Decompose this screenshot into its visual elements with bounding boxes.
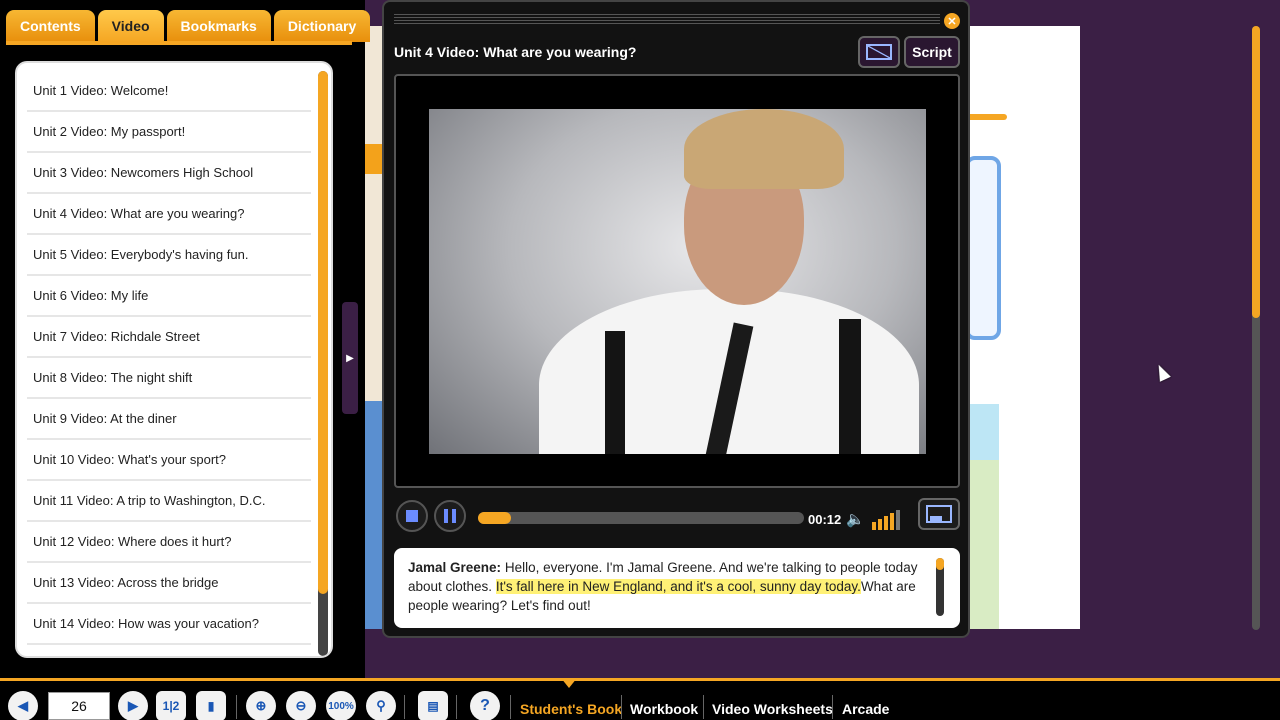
nav-students-book[interactable]: Student's Book: [520, 701, 622, 717]
volume-bar[interactable]: [884, 516, 888, 530]
zoom-in-button[interactable]: ⊕: [246, 691, 276, 720]
volume-bar[interactable]: [878, 519, 882, 530]
video-list: Unit 1 Video: Welcome! Unit 2 Video: My …: [15, 61, 333, 658]
video-title: Unit 4 Video: What are you wearing?: [394, 44, 637, 60]
progress-fill: [478, 512, 511, 524]
fullscreen-icon: [926, 505, 952, 523]
book-illustration-left: [365, 401, 383, 629]
toolbar-divider: [456, 695, 457, 719]
video-list-item[interactable]: Unit 4 Video: What are you wearing?: [27, 194, 311, 235]
page-number-input[interactable]: [48, 692, 110, 720]
volume-bar[interactable]: [896, 510, 900, 530]
video-list-item[interactable]: Unit 6 Video: My life: [27, 276, 311, 317]
bookmark-icon: ▮: [207, 699, 215, 713]
video-list-item[interactable]: Unit 1 Video: Welcome!: [27, 71, 311, 112]
previous-page-button[interactable]: ◀: [8, 691, 38, 720]
nav-arcade[interactable]: Arcade: [842, 701, 889, 717]
zoom-out-icon: ⊖: [295, 698, 307, 713]
book-heading-bar: [965, 114, 1007, 120]
book-callout-box: [965, 156, 1001, 340]
bottom-toolbar: ◀ ▶ 1|2 ▮ ⊕ ⊖ 100% ⚲ ▤ ? Student's Book …: [0, 678, 1280, 720]
zoom-100-button[interactable]: 100%: [326, 691, 356, 720]
video-list-item[interactable]: Unit 13 Video: Across the bridge: [27, 563, 311, 604]
video-list-item[interactable]: Unit 14 Video: How was your vacation?: [27, 604, 311, 645]
video-list-scrollbar[interactable]: [318, 71, 328, 656]
tab-contents[interactable]: Contents: [6, 10, 95, 42]
toolbar-divider: [832, 695, 833, 719]
pause-button[interactable]: [434, 500, 466, 532]
page-scrollbar-thumb[interactable]: [1252, 26, 1260, 318]
video-frame: [394, 74, 960, 488]
transcript-speaker: Jamal Greene:: [408, 560, 502, 575]
close-button[interactable]: ✕: [944, 13, 960, 29]
bookmark-button[interactable]: ▮: [196, 691, 226, 720]
toolbar-divider: [621, 695, 622, 719]
zoom-out-button[interactable]: ⊖: [286, 691, 316, 720]
panel-collapse-handle[interactable]: ▶: [342, 302, 358, 414]
nav-video-worksheets[interactable]: Video Worksheets: [712, 701, 833, 717]
video-subject-suspender: [605, 331, 625, 454]
speaker-icon[interactable]: 🔈: [846, 510, 865, 528]
help-button[interactable]: ?: [470, 691, 500, 720]
video-subject-suspender: [839, 319, 861, 454]
toolbar-divider: [703, 695, 704, 719]
script-button[interactable]: Script: [904, 36, 960, 68]
video-list-item[interactable]: Unit 8 Video: The night shift: [27, 358, 311, 399]
video-image[interactable]: [429, 109, 926, 454]
left-panel: Contents Video Bookmarks Dictionary Unit…: [0, 0, 371, 678]
volume-bar[interactable]: [872, 522, 876, 530]
window-drag-bar[interactable]: [394, 14, 940, 24]
video-subject-hat: [684, 109, 844, 189]
video-list-scrollbar-thumb[interactable]: [318, 71, 328, 594]
volume-control[interactable]: [872, 504, 912, 530]
next-page-button[interactable]: ▶: [118, 691, 148, 720]
two-page-view-button[interactable]: 1|2: [156, 691, 186, 720]
video-list-item[interactable]: Unit 10 Video: What's your sport?: [27, 440, 311, 481]
video-player-window: ✕ Unit 4 Video: What are you wearing? Sc…: [382, 0, 970, 638]
transcript-scrollbar-thumb[interactable]: [936, 558, 944, 570]
tab-bookmarks[interactable]: Bookmarks: [166, 10, 271, 42]
video-list-item[interactable]: Unit 11 Video: A trip to Washington, D.C…: [27, 481, 311, 522]
video-list-item[interactable]: Unit 5 Video: Everybody's having fun.: [27, 235, 311, 276]
volume-bar[interactable]: [890, 513, 894, 530]
captions-button[interactable]: [858, 36, 900, 68]
captions-icon: [866, 44, 892, 60]
stop-button[interactable]: [396, 500, 428, 532]
toolbar-divider: [404, 695, 405, 719]
fullscreen-button[interactable]: [918, 498, 960, 530]
arrow-right-icon: ▶: [128, 698, 138, 713]
tab-video[interactable]: Video: [97, 10, 164, 42]
video-list-item[interactable]: Unit 12 Video: Where does it hurt?: [27, 522, 311, 563]
toolbar-indicator: [561, 678, 577, 688]
transcript-box: Jamal Greene: Hello, everyone. I'm Jamal…: [394, 548, 960, 628]
progress-bar[interactable]: [478, 512, 804, 524]
time-display: 00:12: [808, 512, 842, 527]
stop-icon: [406, 510, 418, 522]
nav-workbook[interactable]: Workbook: [630, 701, 698, 717]
zoom-in-icon: ⊕: [255, 698, 267, 713]
video-list-item[interactable]: Unit 3 Video: Newcomers High School: [27, 153, 311, 194]
close-icon: ✕: [947, 15, 957, 28]
search-icon: ⚲: [376, 698, 386, 713]
pause-icon: [444, 509, 456, 523]
book-illustration-right: [967, 404, 999, 629]
transcript-scrollbar[interactable]: [936, 558, 944, 616]
toolbar-divider: [510, 695, 511, 719]
tab-dictionary[interactable]: Dictionary: [273, 10, 371, 42]
video-list-item[interactable]: Unit 9 Video: At the diner: [27, 399, 311, 440]
toolbar-divider: [236, 695, 237, 719]
tab-underline: [6, 41, 352, 45]
toolbox-button[interactable]: ▤: [418, 691, 448, 720]
search-button[interactable]: ⚲: [366, 691, 396, 720]
video-list-item[interactable]: Unit 2 Video: My passport!: [27, 112, 311, 153]
page-scrollbar[interactable]: [1252, 26, 1260, 630]
arrow-left-icon: ◀: [18, 698, 28, 713]
transcript-highlight: It's fall here in New England, and it's …: [495, 579, 861, 594]
panel-tabs: Contents Video Bookmarks Dictionary: [6, 10, 371, 42]
toolbox-icon: ▤: [427, 699, 439, 713]
video-list-item[interactable]: Unit 7 Video: Richdale Street: [27, 317, 311, 358]
chevron-right-icon: ▶: [346, 352, 354, 364]
